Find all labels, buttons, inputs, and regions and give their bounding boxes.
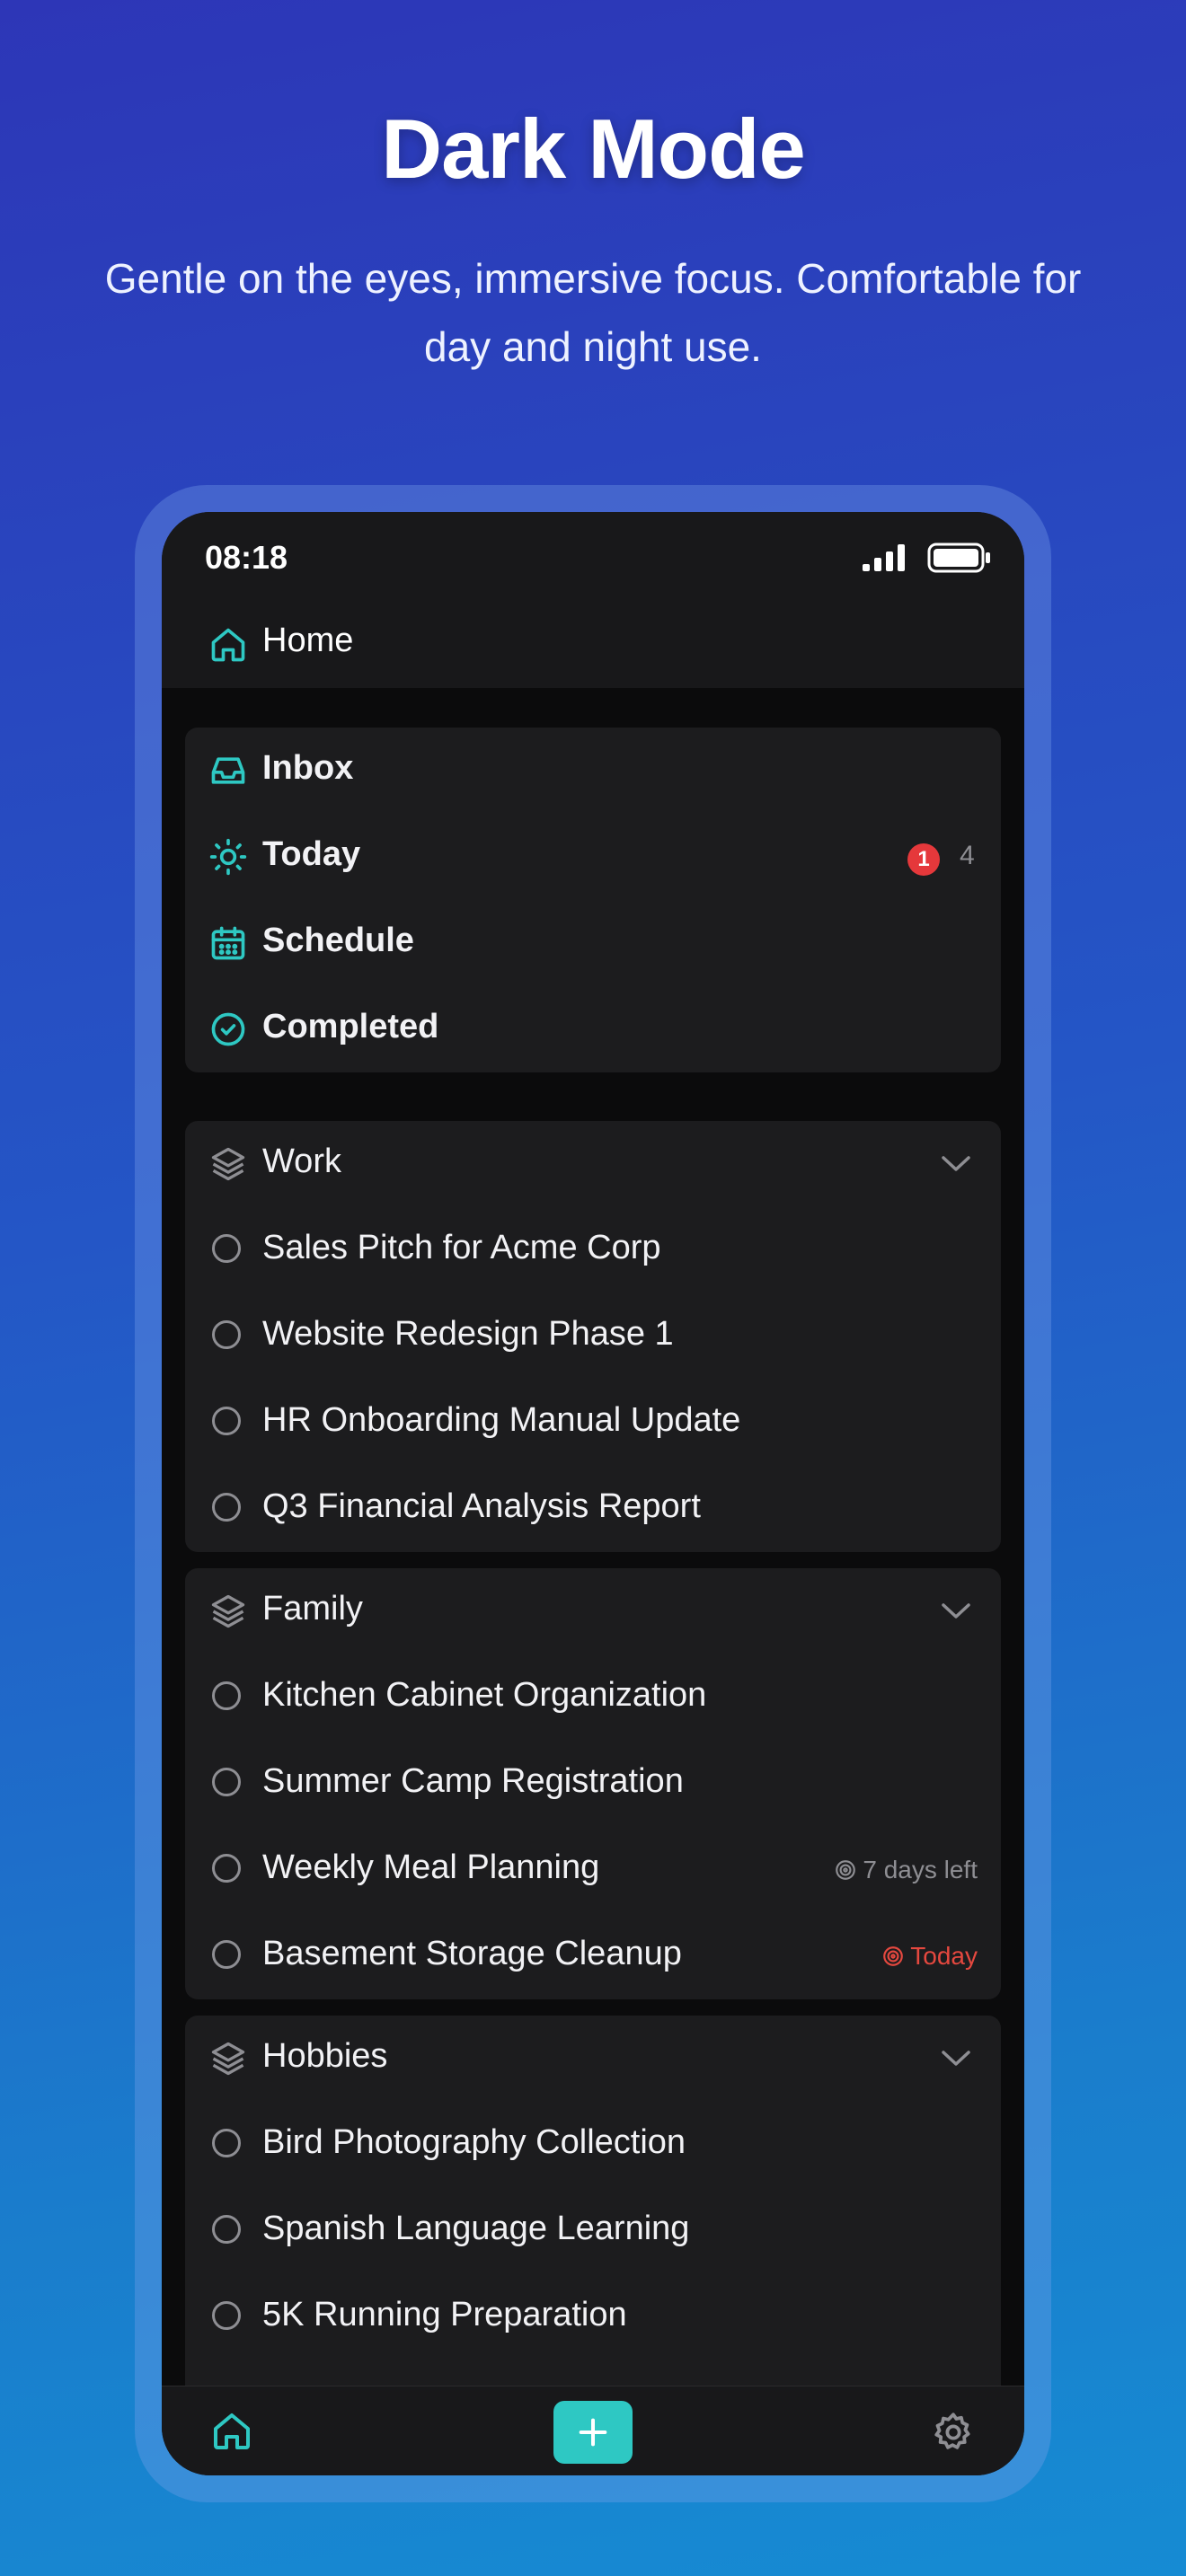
- task-row[interactable]: Q3 Financial Analysis Report: [185, 1466, 1001, 1552]
- smart-list-label: Today: [262, 835, 361, 873]
- signal-icon: [863, 544, 905, 571]
- gear-icon[interactable]: [931, 2410, 976, 2455]
- hero-subtitle: Gentle on the eyes, immersive focus. Com…: [104, 255, 1082, 370]
- add-task-button[interactable]: [553, 2401, 633, 2464]
- chevron-down-icon[interactable]: [938, 2044, 974, 2071]
- task-title: 5K Running Preparation: [262, 2296, 627, 2333]
- task-title: Basement Storage Cleanup: [262, 1935, 682, 1972]
- layers-icon: [211, 1147, 245, 1181]
- calendar-icon: [211, 926, 245, 960]
- task-row[interactable]: Summer Camp Registration: [185, 1741, 1001, 1827]
- target-icon: [883, 1946, 904, 1966]
- task-row[interactable]: Sales Pitch for Acme Corp: [185, 1207, 1001, 1293]
- home-icon[interactable]: [210, 2410, 253, 2453]
- task-checkbox[interactable]: [212, 1234, 241, 1263]
- group-card-family: Family Kitchen Cabinet Organization Summ…: [185, 1568, 1001, 1999]
- due-label: Today: [881, 1942, 978, 1971]
- task-checkbox[interactable]: [212, 1681, 241, 1710]
- group-header[interactable]: Hobbies: [185, 2016, 1001, 2102]
- task-title: Spanish Language Learning: [262, 2210, 690, 2247]
- add-icon: [579, 2418, 607, 2447]
- group-header[interactable]: Family: [185, 1568, 1001, 1654]
- status-time: 08:18: [205, 539, 288, 576]
- task-title: Q3 Financial Analysis Report: [262, 1487, 701, 1525]
- status-bar: 08:18: [162, 512, 1024, 602]
- task-title: HR Onboarding Manual Update: [262, 1401, 741, 1439]
- due-text: 7 days left: [863, 1856, 978, 1883]
- task-row[interactable]: Website Redesign Phase 1: [185, 1293, 1001, 1380]
- group-name: Family: [262, 1590, 363, 1628]
- smart-list-label: Schedule: [262, 922, 414, 959]
- battery-icon: [927, 543, 990, 573]
- header: Home: [162, 602, 1024, 688]
- task-title: Bird Photography Collection: [262, 2123, 686, 2161]
- smart-lists-card: Inbox Today 1 4 Schedule Completed: [185, 728, 1001, 1072]
- task-checkbox[interactable]: [212, 2215, 241, 2244]
- task-title: Weekly Meal Planning: [262, 1848, 600, 1886]
- task-row[interactable]: 5K Running Preparation: [185, 2274, 1001, 2360]
- group-card-work: Work Sales Pitch for Acme Corp Website R…: [185, 1121, 1001, 1552]
- chevron-down-icon[interactable]: [938, 1150, 974, 1177]
- smart-list-schedule[interactable]: Schedule: [185, 900, 1001, 986]
- group-name: Hobbies: [262, 2037, 388, 2075]
- layers-icon: [211, 2042, 245, 2076]
- task-checkbox[interactable]: [212, 1940, 241, 1969]
- task-row[interactable]: Weekly Meal Planning 7 days left: [185, 1827, 1001, 1913]
- due-label: 7 days left: [834, 1856, 978, 1884]
- layers-icon: [211, 1594, 245, 1628]
- task-row[interactable]: Kitchen Cabinet Organization: [185, 1654, 1001, 1741]
- overdue-badge: 1: [907, 843, 940, 876]
- phone-screen: 08:18 Home Inbox Today 1 4 Schedule Comp…: [162, 512, 1024, 2475]
- task-count: 4: [960, 841, 975, 870]
- target-icon: [836, 1860, 856, 1880]
- group-header[interactable]: Work: [185, 1121, 1001, 1207]
- task-row[interactable]: HR Onboarding Manual Update: [185, 1380, 1001, 1466]
- task-checkbox[interactable]: [212, 2301, 241, 2330]
- due-text: Today: [910, 1942, 978, 1970]
- task-checkbox[interactable]: [212, 1320, 241, 1349]
- smart-list-label: Completed: [262, 1008, 439, 1045]
- task-checkbox[interactable]: [212, 1854, 241, 1883]
- task-row[interactable]: Spanish Language Learning: [185, 2188, 1001, 2274]
- tab-bar: [162, 2386, 1024, 2475]
- smart-list-today[interactable]: Today 1 4: [185, 814, 1001, 900]
- smart-list-completed[interactable]: Completed: [185, 986, 1001, 1072]
- sun-icon: [209, 838, 247, 876]
- smart-list-label: Inbox: [262, 749, 354, 787]
- task-checkbox[interactable]: [212, 1407, 241, 1435]
- task-title: Sales Pitch for Acme Corp: [262, 1229, 661, 1266]
- page-title: Home: [262, 622, 354, 659]
- home-icon: [211, 628, 245, 662]
- task-row[interactable]: Basement Storage Cleanup Today: [185, 1913, 1001, 1999]
- task-checkbox[interactable]: [212, 1768, 241, 1796]
- task-checkbox[interactable]: [212, 2129, 241, 2157]
- group-name: Work: [262, 1142, 341, 1180]
- task-title: Website Redesign Phase 1: [262, 1315, 674, 1353]
- task-title: Kitchen Cabinet Organization: [262, 1676, 707, 1714]
- task-title: Summer Camp Registration: [262, 1762, 684, 1800]
- smart-list-inbox[interactable]: Inbox: [185, 728, 1001, 814]
- chevron-down-icon[interactable]: [938, 1597, 974, 1624]
- check-circle-icon: [211, 1012, 245, 1046]
- task-row[interactable]: Bird Photography Collection: [185, 2102, 1001, 2188]
- hero-title: Dark Mode: [381, 101, 806, 196]
- inbox-icon: [211, 757, 245, 784]
- task-checkbox[interactable]: [212, 1493, 241, 1522]
